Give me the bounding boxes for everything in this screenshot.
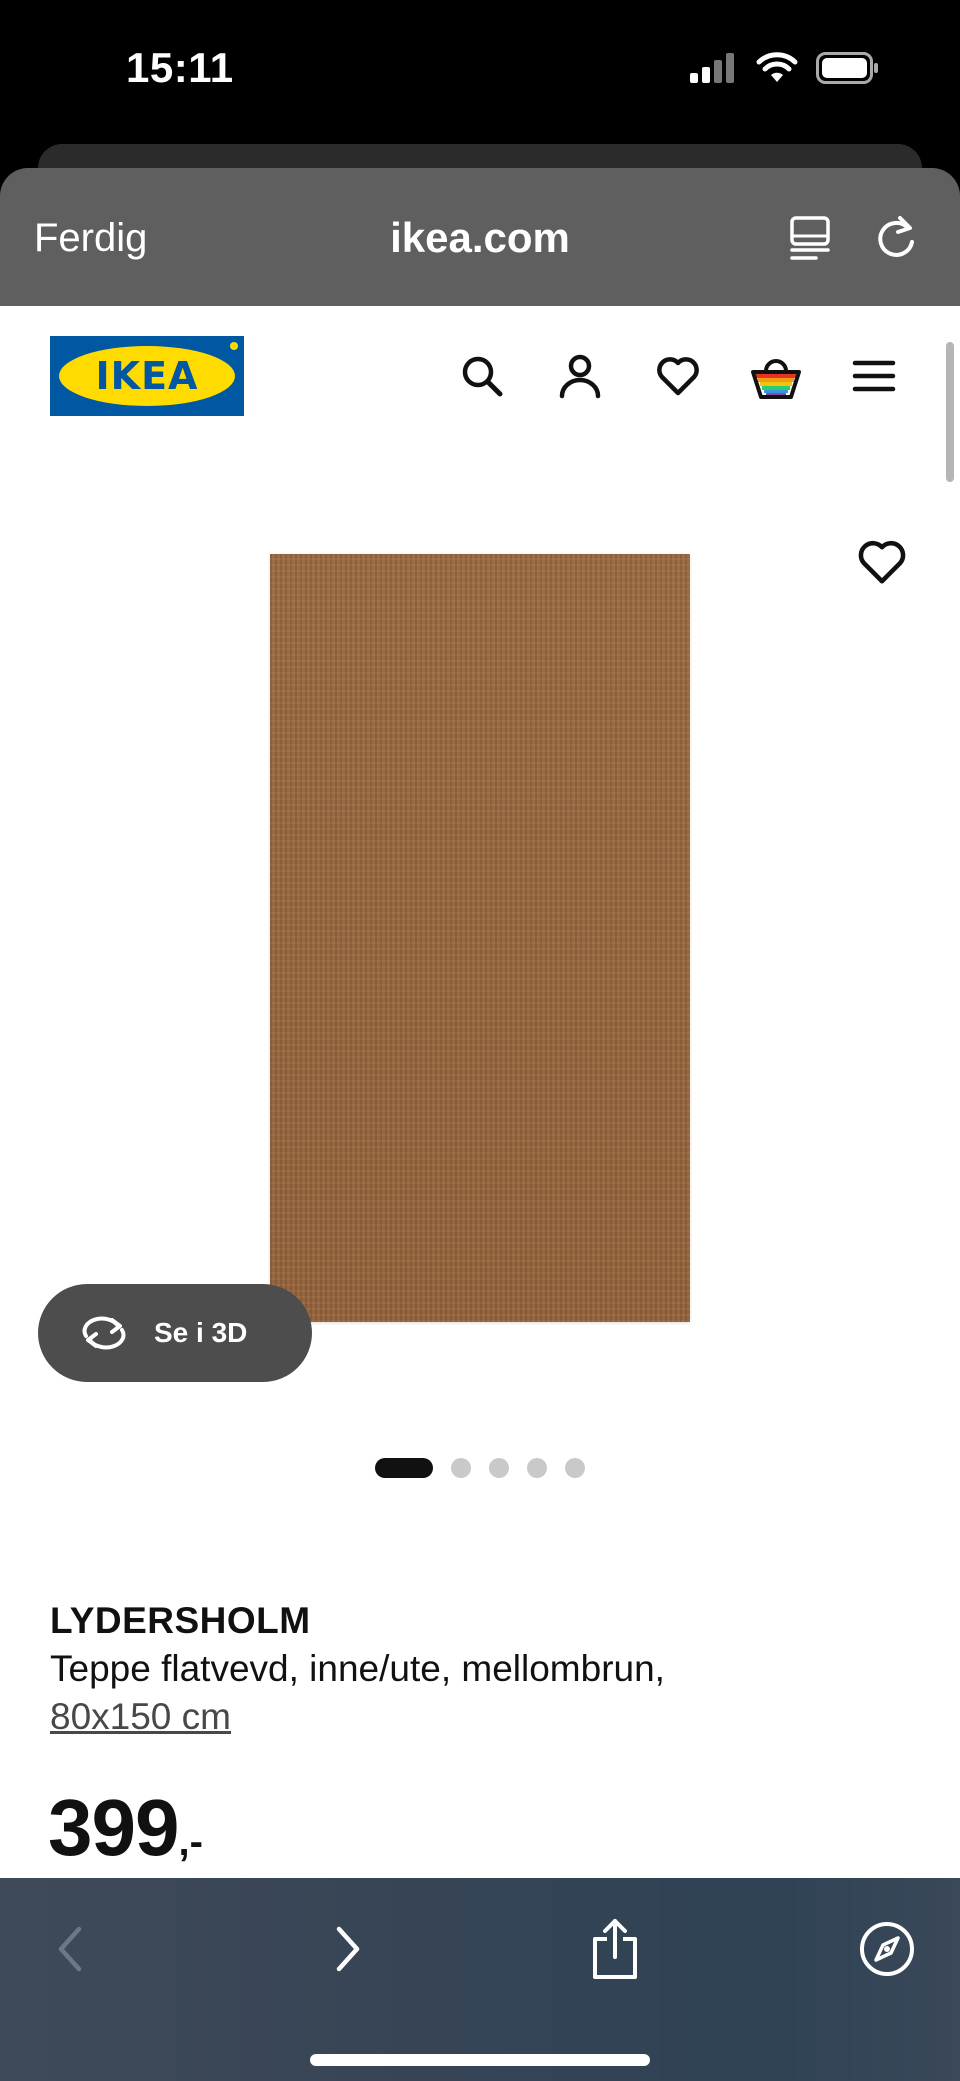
registered-mark [230,342,238,350]
product-gallery[interactable]: Se i 3D [0,492,960,1422]
status-icons [690,52,880,84]
pagination-dot[interactable] [489,1458,509,1478]
share-icon[interactable] [580,1914,650,1984]
heart-icon[interactable] [652,350,704,402]
price-amount: 399 [48,1783,179,1872]
rotate-3d-icon [82,1316,126,1350]
browser-bottom-toolbar [0,1878,960,2081]
price-suffix: ,- [178,1820,203,1864]
cart-icon[interactable] [750,350,802,402]
view-3d-label: Se i 3D [154,1317,248,1348]
site-nav-icons [456,350,900,402]
product-description: Teppe flatvevd, inne/ute, mellombrun, [50,1648,665,1689]
menu-icon[interactable] [848,350,900,402]
logo-text: IKEA [95,354,199,398]
product-price: 399,- [48,1782,203,1874]
wishlist-heart-icon[interactable] [856,538,908,590]
pagination-dot[interactable] [451,1458,471,1478]
home-indicator[interactable] [310,2054,650,2066]
pagination-dot[interactable] [527,1458,547,1478]
pagination-dot[interactable] [565,1458,585,1478]
wifi-icon [756,52,798,82]
view-3d-button[interactable]: Se i 3D [38,1284,312,1382]
gallery-pagination [0,1458,960,1478]
battery-icon [816,52,878,84]
ikea-logo[interactable]: IKEA [50,336,244,416]
product-size-link[interactable]: 80x150 cm [50,1696,231,1738]
account-icon[interactable] [554,350,606,402]
reader-mode-icon[interactable] [788,214,832,267]
forward-icon[interactable] [312,1914,382,1984]
status-bar: 15:11 [0,0,960,140]
web-page: IKEA Se i 3D LYDERSHOLM Teppe flatvevd, … [0,306,960,1878]
scroll-indicator[interactable] [946,342,954,482]
compass-icon[interactable] [852,1914,922,1984]
product-name: LYDERSHOLM [50,1600,311,1641]
cellular-signal-icon [690,53,734,83]
status-time: 15:11 [126,44,234,91]
pagination-dot-active[interactable] [375,1458,433,1478]
back-icon[interactable] [36,1914,106,1984]
product-image[interactable] [270,554,690,1322]
logo-oval: IKEA [59,346,235,406]
browser-top-bar: Ferdig ikea.com [0,168,960,306]
reload-icon[interactable] [872,212,920,269]
search-icon[interactable] [456,350,508,402]
